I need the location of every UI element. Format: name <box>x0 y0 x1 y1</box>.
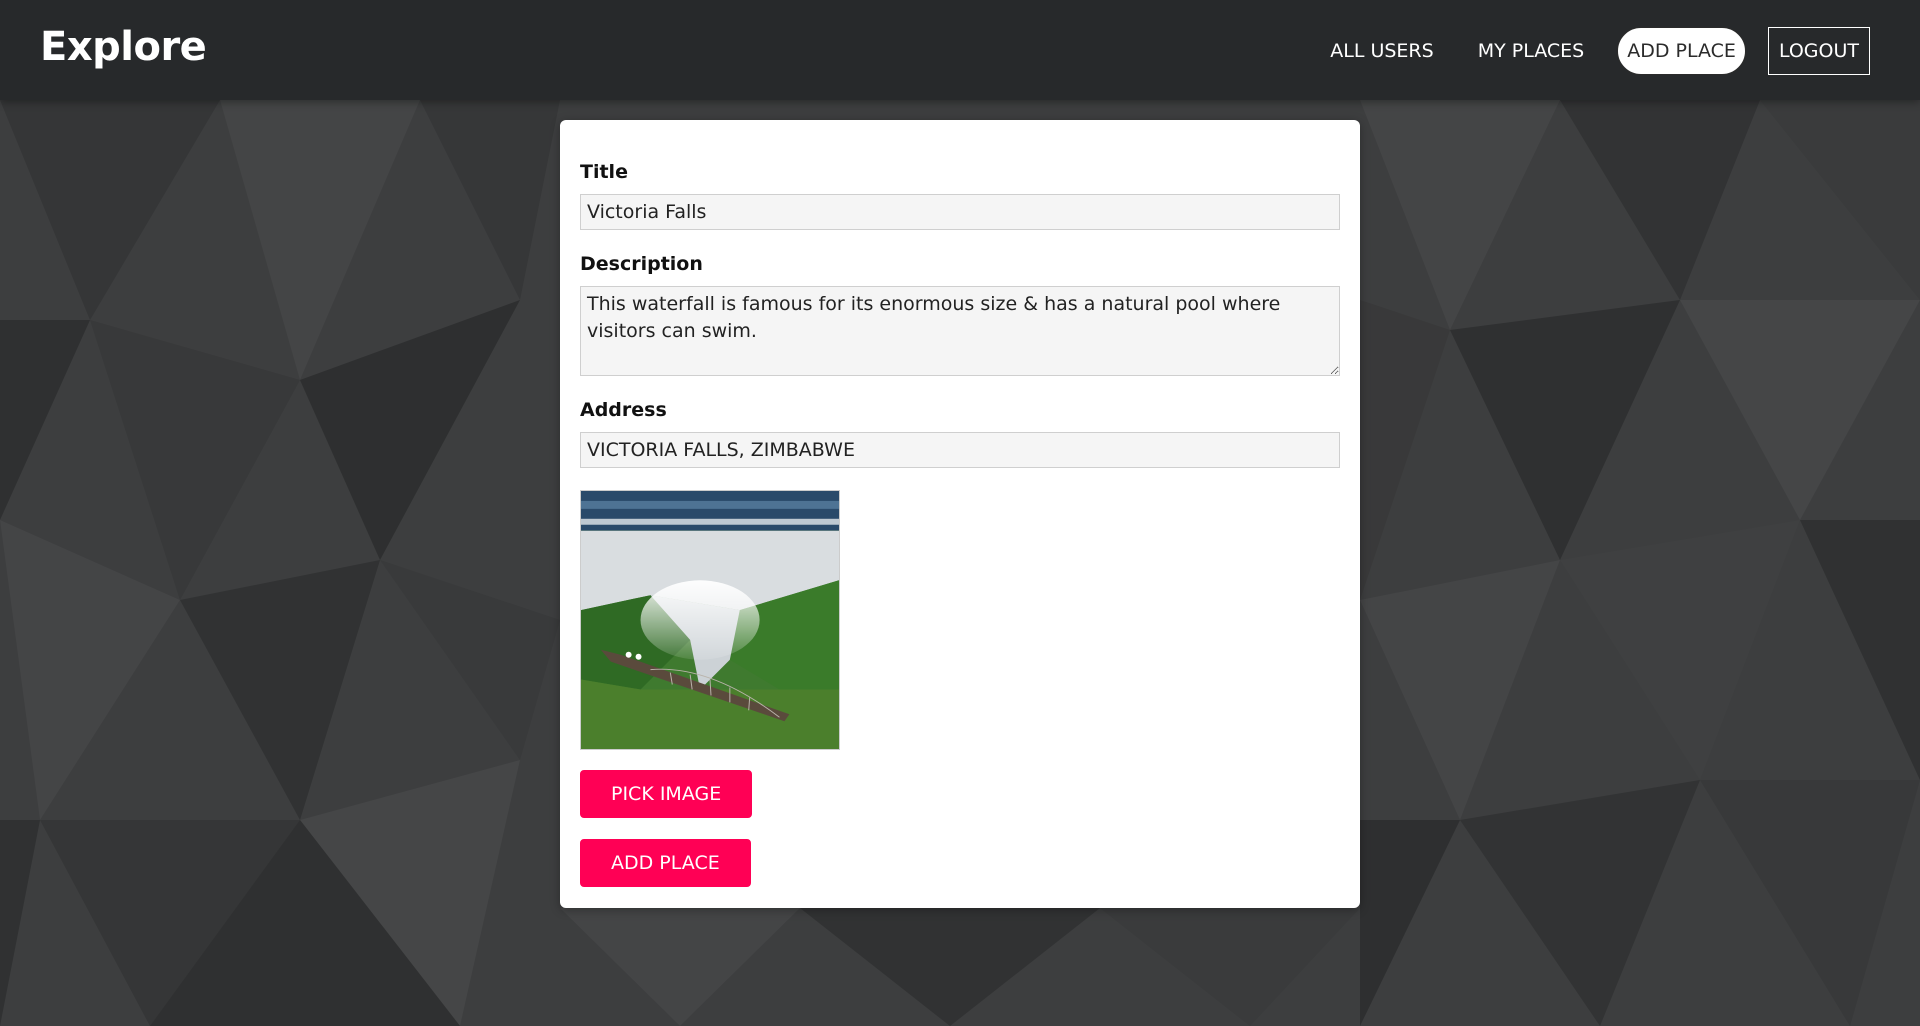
title-input[interactable] <box>580 194 1340 230</box>
description-label: Description <box>580 253 703 275</box>
image-preview <box>580 490 840 750</box>
description-textarea[interactable]: This waterfall is famous for its enormou… <box>580 286 1340 376</box>
nav-my-places[interactable]: MY PLACES <box>1467 26 1596 76</box>
pick-image-button[interactable]: PICK IMAGE <box>580 770 753 818</box>
title-label: Title <box>580 161 628 183</box>
address-input[interactable] <box>580 432 1340 468</box>
main-nav: ALL USERS MY PLACES ADD PLACE LOGOUT <box>1319 26 1870 76</box>
address-label: Address <box>580 399 667 421</box>
top-navbar: Explore ALL USERS MY PLACES ADD PLACE LO… <box>0 0 1920 100</box>
brand-title[interactable]: Explore <box>40 24 207 70</box>
add-place-form: Title Description This waterfall is famo… <box>560 120 1360 908</box>
add-place-submit-button[interactable]: ADD PLACE <box>580 839 751 887</box>
nav-all-users[interactable]: ALL USERS <box>1319 26 1444 76</box>
nav-add-place[interactable]: ADD PLACE <box>1617 27 1746 75</box>
logout-button[interactable]: LOGOUT <box>1767 27 1870 75</box>
